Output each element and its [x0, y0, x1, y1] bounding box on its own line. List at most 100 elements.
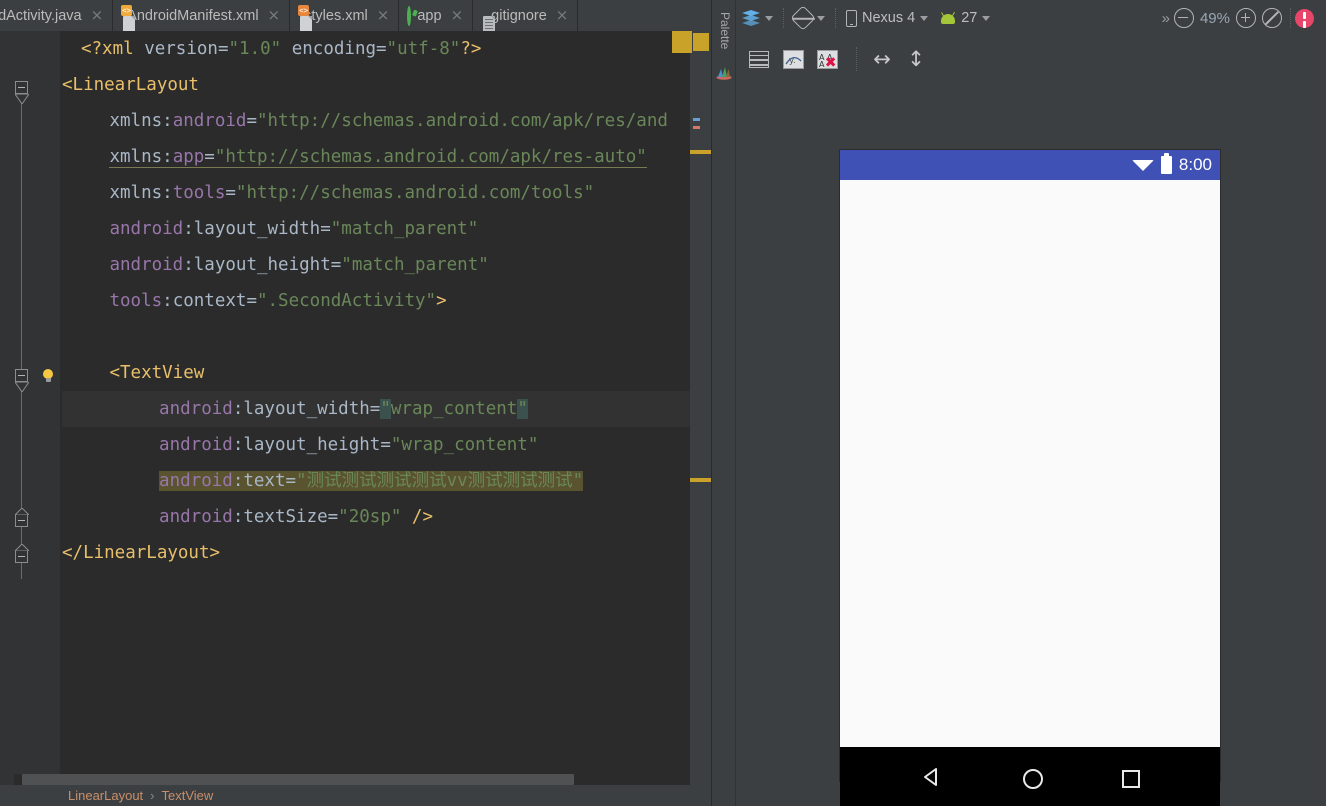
zoom-in-icon[interactable] — [1236, 8, 1256, 28]
code-line[interactable]: android:layout_height="match_parent" — [109, 247, 488, 283]
zoom-fit-icon[interactable] — [1262, 8, 1282, 28]
editor-warning-corner — [672, 31, 692, 53]
close-icon[interactable]: × — [91, 8, 104, 23]
code-line[interactable]: android:text="测试测试测试测试vv测试测试测试" — [159, 463, 584, 499]
code-line[interactable]: android:layout_width="wrap_content" — [159, 391, 528, 427]
code-line[interactable]: android:layout_width="match_parent" — [109, 211, 478, 247]
toolbar-separator — [1290, 8, 1291, 28]
code-line[interactable]: android:layout_height="wrap_content" — [159, 427, 538, 463]
blueprint-mode-icon: .y. — [782, 49, 804, 69]
code-token: android — [109, 219, 184, 239]
close-icon[interactable]: × — [556, 8, 569, 23]
editor-tab-gitignore[interactable]: .gitignore × — [473, 0, 579, 31]
breadcrumb-item-textview[interactable]: TextView — [162, 788, 214, 803]
chevron-down-icon — [920, 15, 929, 21]
nav-recents-icon[interactable] — [1122, 770, 1141, 788]
marker-warning[interactable] — [693, 126, 700, 129]
code-text[interactable]: <?xml version="1.0" encoding="utf-8"?> <L… — [0, 31, 712, 806]
code-token: = — [204, 147, 215, 168]
editor-tab-styles-xml[interactable]: <> styles.xml × — [290, 0, 400, 31]
design-preview-pane: Palette Nexus 4 27 » 49% .y. A A A ✖ ↔ ↕… — [712, 0, 1326, 806]
nav-back-icon[interactable] — [920, 765, 944, 794]
blueprint-mode-button[interactable]: .y. — [778, 44, 808, 74]
editor-pane: ndActivity.java×<>AndroidManifest.xml×<>… — [0, 0, 730, 806]
device-dropdown[interactable]: Nexus 4 — [840, 4, 934, 32]
code-token: :layout_width= — [232, 399, 381, 419]
status-bar-time: 8:00 — [1178, 155, 1212, 174]
code-token: </LinearLayout> — [62, 543, 221, 563]
tab-label: .gitignore — [487, 7, 547, 24]
code-token: wrap_content — [390, 399, 518, 419]
device-preview[interactable]: 8:00 — [840, 150, 1220, 806]
blueprint-off-button[interactable]: A A A ✖ — [812, 44, 842, 74]
close-icon[interactable]: × — [451, 8, 464, 23]
expand-horizontal-button[interactable]: ↔ — [867, 44, 897, 74]
code-line[interactable]: <LinearLayout — [62, 67, 199, 103]
tab-label: ndActivity.java — [0, 7, 82, 24]
code-token: "utf-8" — [386, 39, 461, 59]
code-token: "20sp" — [338, 507, 402, 527]
toolbar-separator — [835, 8, 836, 28]
expand-vertical-button[interactable]: ↕ — [901, 44, 931, 74]
close-icon[interactable]: × — [377, 8, 390, 23]
layout-decorations-button[interactable] — [744, 44, 774, 74]
svg-text:A: A — [819, 60, 825, 68]
code-token: :text= — [232, 471, 297, 491]
code-token: "match_parent" — [330, 219, 479, 239]
code-token: "http://schemas.android.com/tools" — [235, 183, 595, 203]
device-status-bar: 8:00 — [840, 150, 1220, 180]
code-token: "wrap_content" — [390, 435, 539, 455]
android-icon — [940, 11, 956, 24]
code-token: " — [517, 399, 528, 419]
code-token: xmlns: — [109, 111, 173, 131]
editor-tab-app[interactable]: app × — [399, 0, 474, 31]
code-token: "测试测试测试测试vv测试测试测试" — [296, 471, 584, 491]
design-mode-dropdown[interactable] — [736, 4, 779, 32]
code-line[interactable]: <TextView — [109, 355, 204, 391]
layout-decorations-icon — [749, 50, 769, 68]
code-token: " — [380, 399, 391, 419]
code-token: ?> — [460, 39, 482, 59]
breadcrumb-item-linearlayout[interactable]: LinearLayout — [68, 788, 143, 803]
horizontal-scrollbar-thumb[interactable] — [22, 774, 574, 785]
battery-icon — [1160, 153, 1172, 174]
marker-info[interactable] — [693, 118, 700, 121]
code-line[interactable]: tools:context=".SecondActivity"> — [109, 283, 446, 319]
api-level-dropdown[interactable]: 27 — [934, 4, 996, 32]
code-token: encoding= — [281, 39, 387, 59]
code-line[interactable]: </LinearLayout> — [62, 535, 220, 571]
code-line[interactable]: xmlns:android="http://schemas.android.co… — [109, 103, 667, 139]
code-line[interactable]: xmlns:app="http://schemas.android.com/ap… — [109, 139, 647, 175]
code-token: app — [172, 147, 205, 168]
code-token: :textSize= — [232, 507, 339, 527]
code-token: <LinearLayout — [62, 75, 199, 95]
chevron-down-icon — [982, 15, 991, 21]
toolbar-overflow-button[interactable]: » — [1156, 10, 1174, 27]
code-line[interactable]: xmlns:tools="http://schemas.android.com/… — [109, 175, 594, 211]
inspection-status-indicator[interactable] — [693, 33, 709, 51]
code-token: android — [159, 435, 233, 455]
breadcrumb[interactable]: LinearLayout › TextView — [0, 785, 712, 806]
code-token: tools — [172, 183, 226, 203]
code-editor-area[interactable]: <?xml version="1.0" encoding="utf-8"?> <L… — [0, 31, 712, 806]
editor-tab-androidmanifest-xml[interactable]: <> AndroidManifest.xml × — [113, 0, 291, 31]
device-name-label: Nexus 4 — [862, 10, 916, 26]
editor-tab-ndactivity-java[interactable]: ndActivity.java × — [0, 0, 114, 31]
nav-home-icon[interactable] — [1022, 769, 1043, 789]
error-badge-icon[interactable] — [1295, 8, 1314, 28]
close-icon[interactable]: × — [268, 8, 281, 23]
zoom-level-label: 49% — [1199, 9, 1230, 27]
palette-icon — [716, 66, 732, 80]
rotate-device-icon — [790, 5, 816, 31]
code-line[interactable]: <?xml version="1.0" encoding="utf-8"?> — [81, 31, 481, 67]
palette-tool-tab[interactable]: Palette — [712, 0, 736, 806]
editor-marker-gutter[interactable] — [690, 31, 712, 806]
orientation-dropdown[interactable] — [788, 4, 831, 32]
device-content-area[interactable] — [840, 180, 1220, 747]
code-token: "1.0" — [228, 39, 282, 59]
tab-label: AndroidManifest.xml — [127, 7, 259, 24]
preview-canvas[interactable]: 8:00 — [736, 82, 1326, 806]
zoom-out-icon[interactable] — [1173, 8, 1194, 28]
code-token: android — [172, 111, 247, 131]
code-line[interactable]: android:textSize="20sp" /> — [159, 499, 433, 535]
